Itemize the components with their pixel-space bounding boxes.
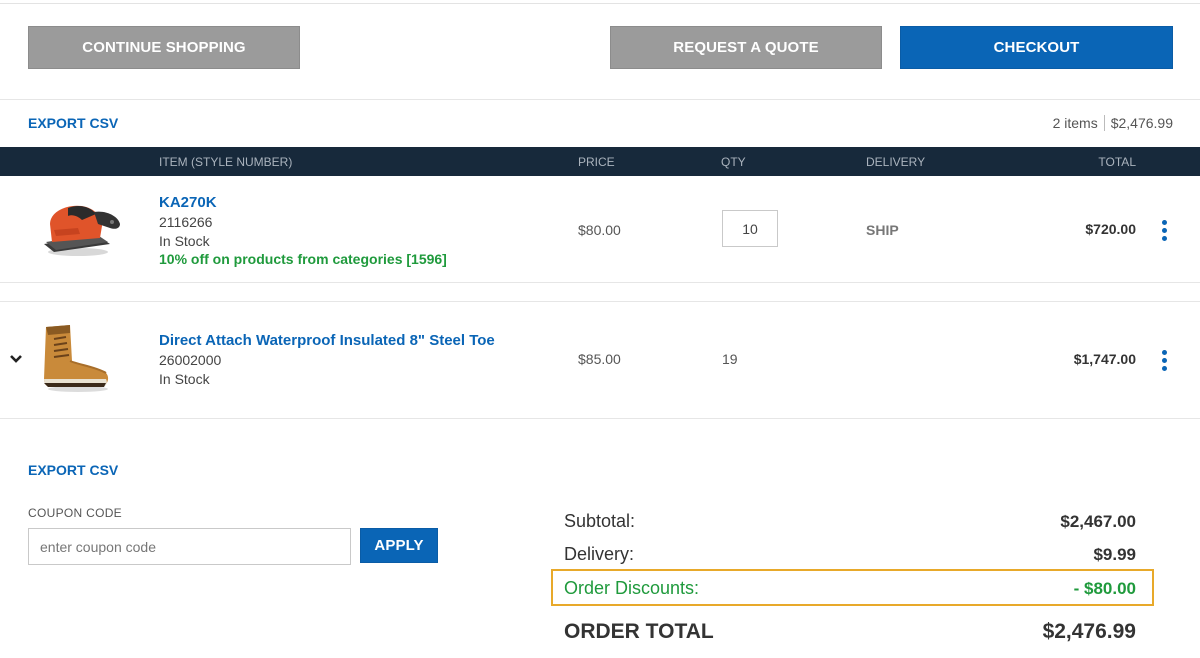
request-quote-button[interactable]: REQUEST A QUOTE <box>610 26 882 69</box>
promo-text: 10% off on products from categories [159… <box>159 251 447 267</box>
subtotal-label: Subtotal: <box>564 511 636 531</box>
column-header-delivery: DELIVERY <box>866 155 926 169</box>
orbital-sander-icon[interactable] <box>38 194 122 260</box>
more-options-icon[interactable] <box>1158 220 1170 244</box>
column-header-qty: QTY <box>721 155 746 169</box>
order-discounts-value: - $80.00 <box>1073 579 1136 598</box>
continue-shopping-button[interactable]: CONTINUE SHOPPING <box>28 26 300 69</box>
export-csv-link-top[interactable]: EXPORT CSV <box>28 115 118 131</box>
cart-summary: 2 items $2,476.99 <box>1053 115 1173 131</box>
product-name-link[interactable]: KA270K <box>159 194 217 211</box>
apply-coupon-button[interactable]: APPLY <box>360 528 438 563</box>
table-row: Direct Attach Waterproof Insulated 8" St… <box>0 301 1200 418</box>
cart-table-header: ITEM (STYLE NUMBER) PRICE QTY DELIVERY T… <box>0 147 1200 176</box>
style-number: 26002000 <box>159 352 222 368</box>
order-discounts-label: Order Discounts: <box>564 578 700 598</box>
subtotal-value: $2,467.00 <box>1060 512 1136 531</box>
delivery-label: Delivery: <box>564 544 635 564</box>
line-total: $720.00 <box>1085 221 1136 237</box>
quantity-input[interactable] <box>722 210 778 247</box>
divider <box>0 99 1200 100</box>
line-total: $1,747.00 <box>1073 351 1136 367</box>
order-total-value: $2,476.99 <box>1042 620 1136 643</box>
divider <box>0 282 1200 283</box>
column-header-total: TOTAL <box>1098 155 1136 169</box>
top-divider <box>0 3 1200 4</box>
coupon-code-label: COUPON CODE <box>28 506 122 520</box>
coupon-code-input[interactable] <box>28 528 351 565</box>
column-header-price: PRICE <box>578 155 615 169</box>
order-total-label: ORDER TOTAL <box>564 620 714 643</box>
divider <box>0 418 1200 419</box>
stock-status: In Stock <box>159 371 210 387</box>
checkout-button[interactable]: CHECKOUT <box>900 26 1173 69</box>
delivery-method: SHIP <box>866 222 899 238</box>
unit-price: $85.00 <box>578 351 621 367</box>
item-count: 2 items <box>1052 115 1098 131</box>
export-csv-link-bottom[interactable]: EXPORT CSV <box>28 462 118 478</box>
quantity-value: 19 <box>722 351 738 367</box>
summary-separator <box>1103 115 1105 131</box>
product-name-link[interactable]: Direct Attach Waterproof Insulated 8" St… <box>159 332 495 349</box>
table-row: KA270K 2116266 In Stock 10% off on produ… <box>0 176 1200 282</box>
chevron-down-icon[interactable] <box>9 352 23 366</box>
more-options-icon[interactable] <box>1158 350 1170 374</box>
stock-status: In Stock <box>159 233 210 249</box>
delivery-value: $9.99 <box>1093 545 1136 564</box>
summary-total: $2,476.99 <box>1110 115 1173 131</box>
work-boot-icon[interactable] <box>40 321 112 393</box>
unit-price: $80.00 <box>578 222 621 238</box>
style-number: 2116266 <box>159 214 213 230</box>
column-header-item: ITEM (STYLE NUMBER) <box>159 155 293 169</box>
